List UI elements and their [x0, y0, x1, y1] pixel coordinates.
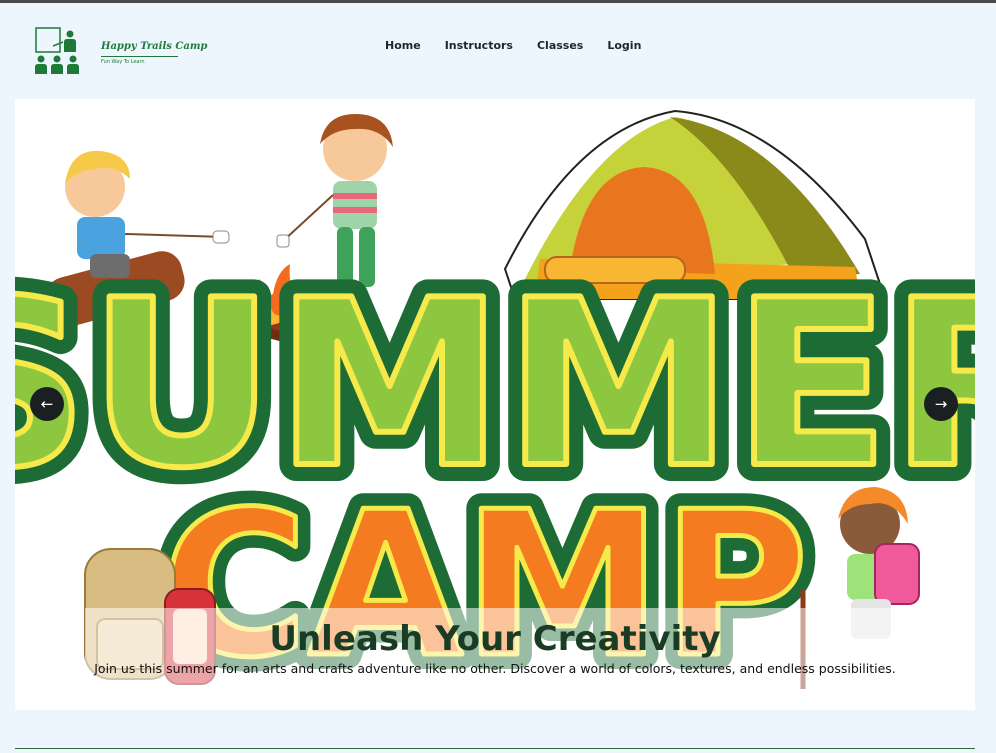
logo-icon: [35, 27, 79, 74]
nav-instructors-link[interactable]: Instructors: [445, 39, 513, 52]
hero-title: Unleash Your Creativity: [269, 619, 721, 659]
nav-classes-link[interactable]: Classes: [537, 39, 583, 52]
section-divider: [15, 748, 975, 749]
carousel-prev-button[interactable]: ←: [30, 387, 64, 421]
main-nav: Home Instructors Classes Login: [385, 39, 641, 52]
site-header: Happy Trails Camp Fun Way To Learn Home …: [15, 5, 975, 87]
nav-login-link[interactable]: Login: [607, 39, 641, 52]
arrow-right-icon: →: [934, 395, 948, 413]
carousel-next-button[interactable]: →: [924, 387, 958, 421]
site-logo[interactable]: Happy Trails Camp Fun Way To Learn: [33, 26, 207, 78]
arrow-left-icon: ←: [40, 395, 54, 413]
brand-name: Happy Trails Camp: [101, 41, 208, 52]
hero-description: Join us this summer for an arts and craf…: [94, 661, 896, 676]
window-top-border: [0, 0, 996, 3]
nav-home-link[interactable]: Home: [385, 39, 421, 52]
brand-underline: [101, 56, 178, 57]
hero-carousel: SUMMER SUMMER CAMP CAMP Unleash Your Cre…: [15, 99, 975, 710]
brand-tagline: Fun Way To Learn: [101, 59, 145, 65]
